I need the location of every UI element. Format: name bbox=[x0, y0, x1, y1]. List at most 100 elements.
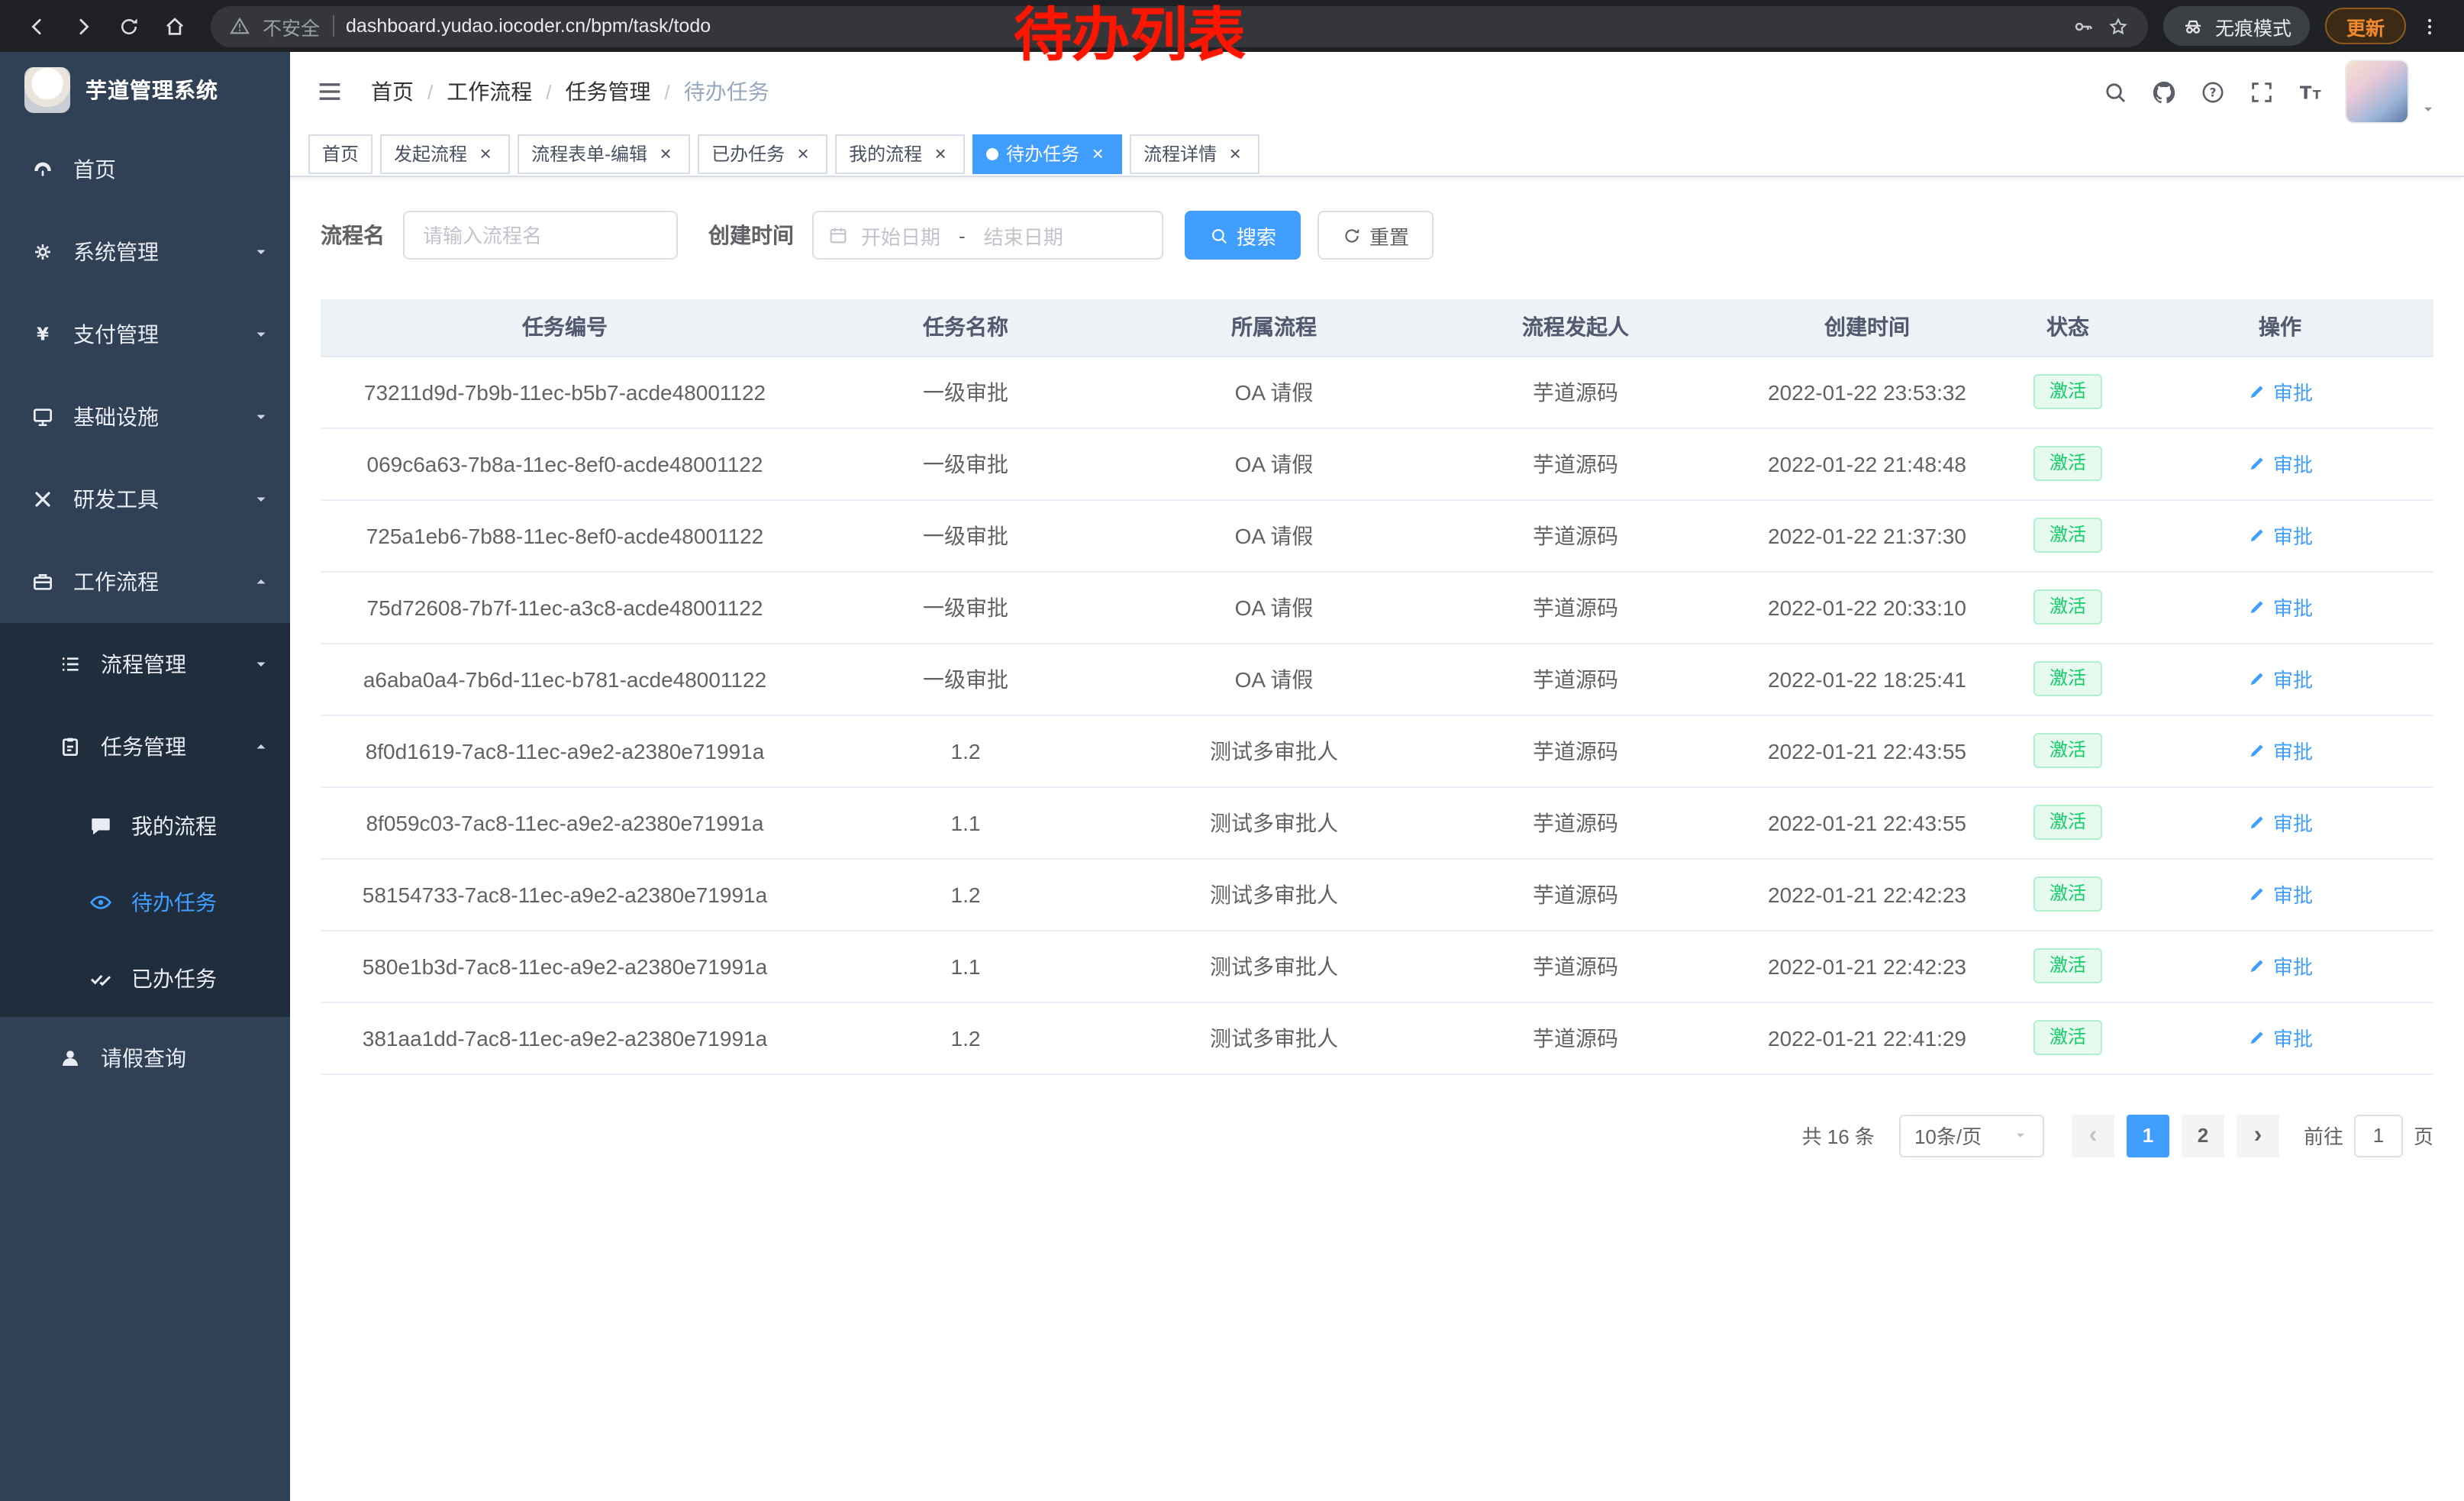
tab-close-icon[interactable]: × bbox=[930, 143, 951, 164]
approve-link[interactable]: 审批 bbox=[2247, 808, 2313, 837]
cell-starter: 芋道源码 bbox=[1426, 499, 1725, 571]
breadcrumb-item-0[interactable]: 首页 bbox=[371, 76, 414, 107]
search-button-label: 搜索 bbox=[1237, 221, 1276, 250]
edit-pen-icon bbox=[2247, 956, 2267, 976]
cell-task-name: 1.2 bbox=[809, 1002, 1122, 1073]
sidebar-item-workflow[interactable]: 工作流程 bbox=[0, 541, 290, 623]
table-row: 8f059c03-7ac8-11ec-a9e2-a2380e71991a1.1测… bbox=[321, 786, 2433, 858]
column-header-6: 操作 bbox=[2127, 299, 2433, 356]
url-text: dashboard.yudao.iocoder.cn/bpm/task/todo bbox=[346, 15, 711, 37]
sidebar-item-infrastructure[interactable]: 基础设施 bbox=[0, 376, 290, 458]
process-name-input[interactable] bbox=[403, 211, 678, 260]
approve-link[interactable]: 审批 bbox=[2247, 377, 2313, 406]
cell-task-name: 一级审批 bbox=[809, 356, 1122, 428]
address-bar[interactable]: 不安全 dashboard.yudao.iocoder.cn/bpm/task/… bbox=[211, 5, 2148, 47]
table-row: 580e1b3d-7ac8-11ec-a9e2-a2380e71991a1.1测… bbox=[321, 930, 2433, 1002]
cell-process: 测试多审批人 bbox=[1122, 858, 1426, 930]
breadcrumb-item-1[interactable]: 工作流程 bbox=[447, 76, 532, 107]
sidebar-item-dev-tools[interactable]: 研发工具 bbox=[0, 458, 290, 541]
browser-home-button[interactable] bbox=[153, 5, 195, 47]
sidebar-item-process-mgmt[interactable]: 流程管理 bbox=[0, 623, 290, 705]
user-avatar[interactable] bbox=[2346, 61, 2408, 122]
status-badge: 激活 bbox=[2034, 805, 2101, 840]
cell-action: 审批 bbox=[2127, 1002, 2433, 1073]
browser-reload-button[interactable] bbox=[107, 5, 150, 47]
search-icon[interactable] bbox=[2102, 79, 2128, 105]
cell-created-time: 2022-01-21 22:43:55 bbox=[1725, 786, 2009, 858]
browser-update-button[interactable]: 更新 bbox=[2325, 8, 2406, 44]
logo-image bbox=[24, 67, 70, 113]
cell-starter: 芋道源码 bbox=[1426, 571, 1725, 643]
cell-process: OA 请假 bbox=[1122, 356, 1426, 428]
chevron-down-icon bbox=[252, 408, 270, 426]
goto-page-input[interactable] bbox=[2354, 1114, 2403, 1157]
sidebar-item-system-mgmt[interactable]: 系统管理 bbox=[0, 211, 290, 293]
tab-process-detail[interactable]: 流程详情× bbox=[1130, 134, 1259, 173]
sidebar-item-label: 待办任务 bbox=[131, 887, 217, 918]
page-1-button[interactable]: 1 bbox=[2127, 1114, 2169, 1157]
cell-starter: 芋道源码 bbox=[1426, 428, 1725, 499]
font-size-icon[interactable] bbox=[2298, 79, 2324, 105]
avatar-caret-icon[interactable] bbox=[2420, 100, 2437, 117]
saved-password-key-icon[interactable] bbox=[2072, 15, 2095, 37]
browser-back-button[interactable] bbox=[15, 5, 58, 47]
help-icon[interactable] bbox=[2200, 79, 2226, 105]
tab-close-icon[interactable]: × bbox=[655, 143, 676, 164]
cell-process: 测试多审批人 bbox=[1122, 930, 1426, 1002]
security-warning-icon bbox=[229, 15, 250, 37]
sidebar-collapse-icon[interactable] bbox=[314, 76, 345, 107]
approve-link[interactable]: 审批 bbox=[2247, 736, 2313, 765]
tab-close-icon[interactable]: × bbox=[1087, 143, 1108, 164]
tab-close-icon[interactable]: × bbox=[1224, 143, 1246, 164]
approve-link[interactable]: 审批 bbox=[2247, 1023, 2313, 1052]
chevron-down-icon bbox=[252, 243, 270, 261]
sidebar-item-label: 任务管理 bbox=[101, 731, 186, 762]
sidebar-item-todo-tasks[interactable]: 待办任务 bbox=[0, 864, 290, 941]
sidebar-menu: 首页系统管理支付管理基础设施研发工具工作流程流程管理任务管理我的流程待办任务已办… bbox=[0, 128, 290, 1099]
page-size-select[interactable]: 10条/页 bbox=[1899, 1114, 2044, 1157]
column-header-1: 任务名称 bbox=[809, 299, 1122, 356]
approve-link[interactable]: 审批 bbox=[2247, 521, 2313, 550]
github-icon[interactable] bbox=[2151, 79, 2177, 105]
date-range-picker[interactable]: 开始日期 - 结束日期 bbox=[812, 211, 1163, 260]
approve-link[interactable]: 审批 bbox=[2247, 951, 2313, 980]
tab-start-process[interactable]: 发起流程× bbox=[380, 134, 510, 173]
approve-link[interactable]: 审批 bbox=[2247, 449, 2313, 478]
approve-link[interactable]: 审批 bbox=[2247, 664, 2313, 693]
sidebar-item-my-process[interactable]: 我的流程 bbox=[0, 788, 290, 864]
cell-action: 审批 bbox=[2127, 643, 2433, 715]
cell-task-id: 8f059c03-7ac8-11ec-a9e2-a2380e71991a bbox=[321, 786, 809, 858]
reset-button[interactable]: 重置 bbox=[1317, 211, 1434, 260]
approve-link[interactable]: 审批 bbox=[2247, 592, 2313, 621]
cell-starter: 芋道源码 bbox=[1426, 715, 1725, 786]
chevron-up-icon bbox=[252, 573, 270, 591]
search-button[interactable]: 搜索 bbox=[1185, 211, 1301, 260]
tab-home[interactable]: 首页 bbox=[308, 134, 373, 173]
tab-process-form-edit[interactable]: 流程表单-编辑× bbox=[518, 134, 690, 173]
sidebar-item-home[interactable]: 首页 bbox=[0, 128, 290, 211]
prev-page-button[interactable]: ‹ bbox=[2072, 1114, 2114, 1157]
fullscreen-icon[interactable] bbox=[2249, 79, 2275, 105]
tab-close-icon[interactable]: × bbox=[792, 143, 814, 164]
cell-process: OA 请假 bbox=[1122, 571, 1426, 643]
approve-link[interactable]: 审批 bbox=[2247, 880, 2313, 909]
browser-menu-button[interactable] bbox=[2409, 6, 2449, 46]
sidebar-item-done-tasks[interactable]: 已办任务 bbox=[0, 941, 290, 1017]
tab-close-icon[interactable]: × bbox=[475, 143, 496, 164]
sidebar-item-payment-mgmt[interactable]: 支付管理 bbox=[0, 293, 290, 376]
tab-my-process[interactable]: 我的流程× bbox=[835, 134, 965, 173]
browser-forward-button[interactable] bbox=[61, 5, 104, 47]
page-buttons: 12 bbox=[2127, 1114, 2224, 1157]
page-2-button[interactable]: 2 bbox=[2182, 1114, 2224, 1157]
sidebar-item-task-mgmt[interactable]: 任务管理 bbox=[0, 705, 290, 788]
table-header-row: 任务编号任务名称所属流程流程发起人创建时间状态操作 bbox=[321, 299, 2433, 356]
table-row: 75d72608-7b7f-11ec-a3c8-acde48001122一级审批… bbox=[321, 571, 2433, 643]
cell-starter: 芋道源码 bbox=[1426, 786, 1725, 858]
next-page-button[interactable]: › bbox=[2237, 1114, 2279, 1157]
sidebar-item-leave-query[interactable]: 请假查询 bbox=[0, 1017, 290, 1099]
app-title: 芋道管理系统 bbox=[85, 75, 218, 105]
tab-todo-tasks[interactable]: 待办任务× bbox=[972, 134, 1122, 173]
breadcrumb-item-2[interactable]: 任务管理 bbox=[566, 76, 651, 107]
tab-done-tasks[interactable]: 已办任务× bbox=[698, 134, 827, 173]
bookmark-star-icon[interactable] bbox=[2107, 15, 2130, 37]
